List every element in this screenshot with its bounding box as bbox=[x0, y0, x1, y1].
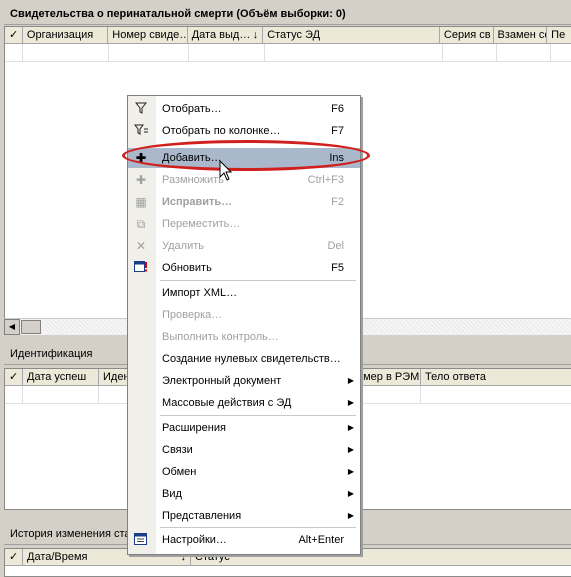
column-header[interactable]: Статус ЭД bbox=[263, 27, 440, 43]
menu-item-label: Переместить… bbox=[162, 218, 241, 230]
menu-item-label: Обмен bbox=[162, 466, 197, 478]
check-column-icon[interactable]: ✓ bbox=[5, 549, 23, 565]
submenu-arrow-icon: ▶ bbox=[347, 489, 354, 498]
menu-item-edit[interactable]: ▦ Исправить… F2 bbox=[128, 192, 360, 212]
menu-item-exchange[interactable]: Обмен ▶ bbox=[128, 462, 360, 482]
submenu-arrow-icon: ▶ bbox=[347, 398, 354, 407]
menu-item-label: Исправить… bbox=[162, 196, 233, 208]
menu-item-move[interactable]: ⧉ Переместить… bbox=[128, 214, 360, 234]
menu-item-refresh[interactable]: Обновить F5 bbox=[128, 258, 360, 278]
menu-item-label: Размножить bbox=[162, 174, 224, 186]
scroll-left-icon[interactable]: ◀ bbox=[4, 319, 20, 335]
menu-item-shortcut: Alt+Enter bbox=[298, 534, 344, 546]
menu-item-representations[interactable]: Представления ▶ bbox=[128, 506, 360, 526]
duplicate-icon: ✚ bbox=[135, 173, 147, 187]
scroll-thumb[interactable] bbox=[21, 320, 41, 334]
menu-item-delete[interactable]: ✕ Удалить Del bbox=[128, 236, 360, 256]
menu-item-label: Создание нулевых свидетельств… bbox=[162, 353, 341, 365]
menu-item-shortcut: F2 bbox=[331, 196, 344, 208]
menu-item-label: Отобрать… bbox=[162, 103, 222, 115]
settings-icon bbox=[134, 533, 148, 547]
filter-column-icon bbox=[134, 124, 148, 138]
highlight-ellipse bbox=[122, 140, 370, 171]
menu-item-label: Обновить bbox=[162, 262, 212, 274]
submenu-arrow-icon: ▶ bbox=[347, 423, 354, 432]
menu-item-check[interactable]: Проверка… bbox=[128, 305, 360, 325]
panel-title-certificates: Свидетельства о перинатальной смерти (Об… bbox=[4, 4, 571, 25]
menu-item-label: Настройки… bbox=[162, 534, 227, 546]
menu-item-shortcut: Del bbox=[327, 240, 344, 252]
column-header[interactable]: Дата успеш bbox=[23, 369, 99, 385]
column-header[interactable]: Серия св bbox=[440, 27, 494, 43]
menu-item-filter-column[interactable]: Отобрать по колонке… F7 bbox=[128, 121, 360, 141]
menu-item-shortcut: F5 bbox=[331, 262, 344, 274]
menu-item-label: Удалить bbox=[162, 240, 204, 252]
menu-item-filter[interactable]: Отобрать… F6 bbox=[128, 99, 360, 119]
edit-icon: ▦ bbox=[135, 195, 147, 209]
submenu-arrow-icon: ▶ bbox=[347, 467, 354, 476]
menu-item-shortcut: Ctrl+F3 bbox=[307, 174, 344, 186]
menu-separator bbox=[160, 415, 356, 416]
menu-item-import-xml[interactable]: Импорт XML… bbox=[128, 283, 360, 303]
filter-icon bbox=[134, 102, 148, 116]
menu-item-extensions[interactable]: Расширения ▶ bbox=[128, 418, 360, 438]
sort-down-icon: ↓ bbox=[252, 29, 259, 41]
submenu-arrow-icon: ▶ bbox=[347, 376, 354, 385]
column-header[interactable]: Номер свиде… bbox=[108, 27, 188, 43]
column-header[interactable]: Взамен се bbox=[494, 27, 548, 43]
mouse-cursor-icon bbox=[219, 160, 233, 181]
menu-item-links[interactable]: Связи ▶ bbox=[128, 440, 360, 460]
column-header-label: Дата/Время bbox=[27, 551, 88, 563]
column-header[interactable]: Организация bbox=[23, 27, 109, 43]
menu-item-label: Электронный документ bbox=[162, 375, 282, 387]
menu-item-view[interactable]: Вид ▶ bbox=[128, 484, 360, 504]
move-icon: ⧉ bbox=[136, 217, 146, 231]
menu-separator bbox=[160, 527, 356, 528]
menu-item-mass-actions[interactable]: Массовые действия с ЭД ▶ bbox=[128, 393, 360, 413]
menu-item-label: Массовые действия с ЭД bbox=[162, 397, 292, 409]
menu-item-settings[interactable]: Настройки… Alt+Enter bbox=[128, 530, 360, 550]
menu-item-label: Импорт XML… bbox=[162, 287, 238, 299]
menu-item-shortcut: F6 bbox=[331, 103, 344, 115]
menu-item-label: Выполнить контроль… bbox=[162, 331, 279, 343]
check-column-icon[interactable]: ✓ bbox=[5, 27, 23, 43]
menu-item-create-null[interactable]: Создание нулевых свидетельств… bbox=[128, 349, 360, 369]
menu-item-label: Вид bbox=[162, 488, 182, 500]
refresh-icon bbox=[134, 261, 148, 275]
submenu-arrow-icon: ▶ bbox=[347, 445, 354, 454]
menu-item-label: Проверка… bbox=[162, 309, 223, 321]
table-row[interactable] bbox=[5, 44, 571, 62]
check-column-icon[interactable]: ✓ bbox=[5, 369, 23, 385]
column-header[interactable]: Пе bbox=[547, 27, 571, 43]
column-header[interactable]: Дата выд… ↓ bbox=[188, 27, 264, 43]
menu-item-electronic-doc[interactable]: Электронный документ ▶ bbox=[128, 371, 360, 391]
menu-separator bbox=[160, 280, 356, 281]
menu-item-label: Отобрать по колонке… bbox=[162, 125, 281, 137]
menu-item-label: Расширения bbox=[162, 422, 226, 434]
menu-item-run-control[interactable]: Выполнить контроль… bbox=[128, 327, 360, 347]
menu-item-label: Представления bbox=[162, 510, 242, 522]
column-header-label: Дата выд… bbox=[191, 29, 251, 41]
menu-item-shortcut: F7 bbox=[331, 125, 344, 137]
column-header[interactable]: Тело ответа bbox=[421, 369, 571, 385]
menu-item-label: Связи bbox=[162, 444, 193, 456]
submenu-arrow-icon: ▶ bbox=[347, 511, 354, 520]
menu-item-duplicate[interactable]: ✚ Размножить Ctrl+F3 bbox=[128, 170, 360, 190]
grid-header: ✓ Организация Номер свиде… Дата выд… ↓ С… bbox=[5, 27, 571, 44]
delete-icon: ✕ bbox=[135, 239, 147, 253]
column-header[interactable]: омер в РЭМ bbox=[355, 369, 421, 385]
